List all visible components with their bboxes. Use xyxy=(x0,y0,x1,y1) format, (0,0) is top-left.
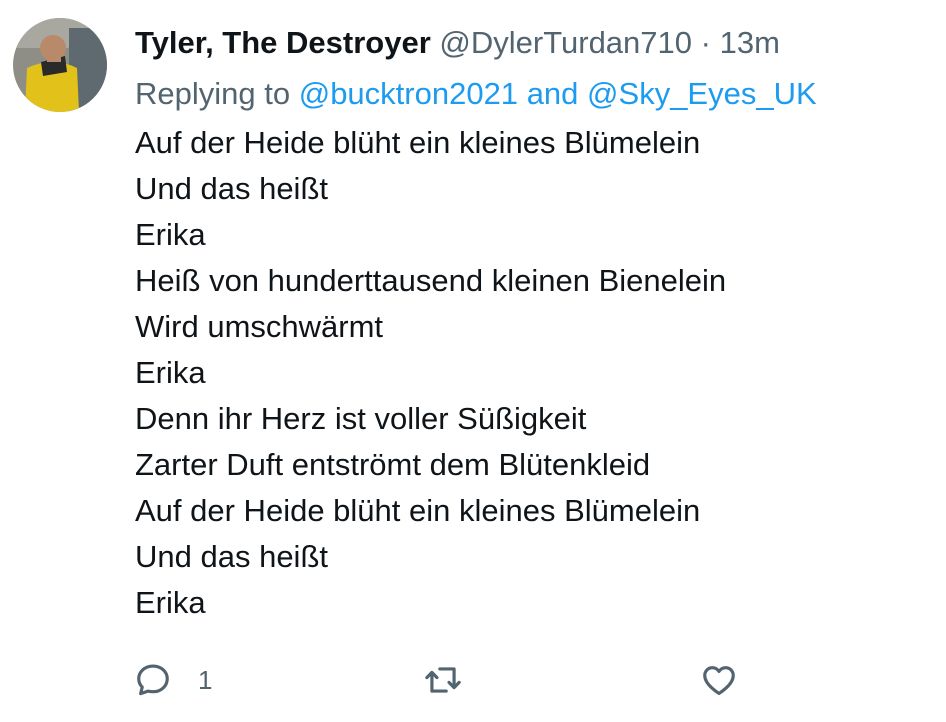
author-name[interactable]: Tyler, The Destroyer xyxy=(135,25,431,60)
tweet-line: Zarter Duft entströmt dem Blütenkleid xyxy=(135,447,651,482)
tweet-line: Auf der Heide blüht ein kleines Blümelei… xyxy=(135,493,701,528)
retweet-icon xyxy=(425,667,461,693)
reply-mention-1[interactable]: @bucktron2021 xyxy=(299,76,518,111)
tweet-line: Erika xyxy=(135,355,206,390)
timestamp[interactable]: 13m xyxy=(720,25,780,60)
header-separator: · xyxy=(700,25,711,60)
tweet-line: Erika xyxy=(135,585,206,620)
replying-to-label: Replying to xyxy=(135,76,291,111)
tweet-line: Heiß von hunderttausend kleinen Bienelei… xyxy=(135,263,727,298)
tweet-line: Wird umschwärmt xyxy=(135,309,384,344)
tweet-line: Und das heißt xyxy=(135,539,328,574)
replying-to: Replying to @bucktron2021 and @Sky_Eyes_… xyxy=(135,71,817,117)
action-bar: 1 xyxy=(134,655,754,705)
author-handle[interactable]: @DylerTurdan710 xyxy=(439,25,692,60)
avatar-image xyxy=(13,18,107,112)
like-button[interactable] xyxy=(700,655,738,705)
tweet-line: Erika xyxy=(135,217,206,252)
reply-count: 1 xyxy=(198,664,213,695)
tweet-header: Tyler, The Destroyer @DylerTurdan710 · 1… xyxy=(135,20,780,66)
reply-icon xyxy=(137,664,169,696)
reply-button[interactable]: 1 xyxy=(134,655,212,705)
tweet-text: Auf der Heide blüht ein kleines Blümelei… xyxy=(135,120,726,626)
heart-icon xyxy=(703,666,735,696)
reply-joiner: and xyxy=(526,76,579,111)
tweet-line: Und das heißt xyxy=(135,171,328,206)
retweet-button[interactable] xyxy=(424,655,462,705)
reply-mention-2[interactable]: @Sky_Eyes_UK xyxy=(587,76,817,111)
tweet-line: Auf der Heide blüht ein kleines Blümelei… xyxy=(135,125,701,160)
tweet-line: Denn ihr Herz ist voller Süßigkeit xyxy=(135,401,587,436)
avatar[interactable] xyxy=(13,18,107,112)
